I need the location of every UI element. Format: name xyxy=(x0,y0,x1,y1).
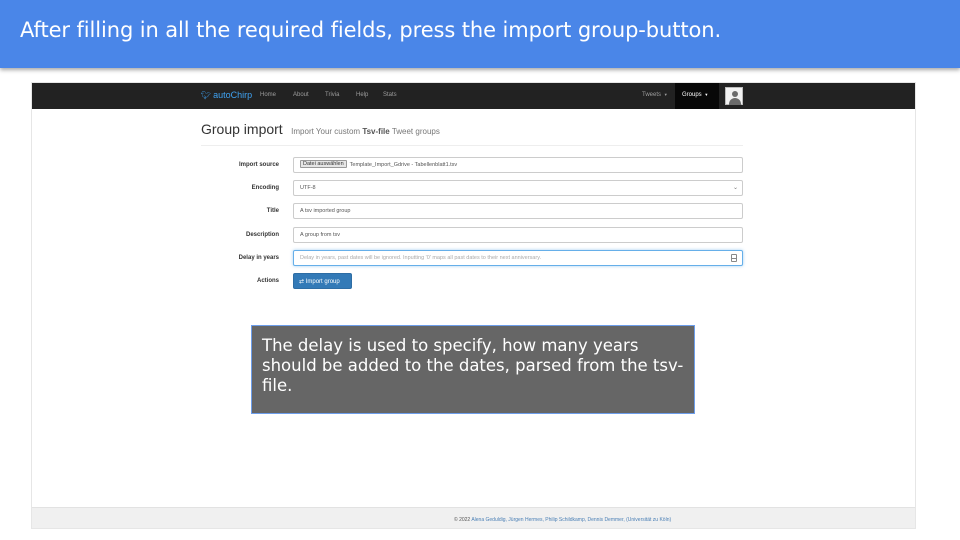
nav-link-stats[interactable]: Stats xyxy=(383,92,397,98)
app-screenshot: 🐦︎ autoChirp Home About Trivia Help Stats… xyxy=(31,82,916,529)
navbar: 🐦︎ autoChirp Home About Trivia Help Stats… xyxy=(32,83,915,109)
user-avatar-icon[interactable] xyxy=(725,87,743,105)
slide-header: After filling in all the required fields… xyxy=(0,0,960,68)
slide-title: After filling in all the required fields… xyxy=(20,18,722,42)
subheading-bold: Tsv-file xyxy=(362,127,390,136)
encoding-label: Encoding xyxy=(251,185,279,191)
delay-placeholder: Delay in years, past dates will be ignor… xyxy=(300,255,542,261)
nav-link-home[interactable]: Home xyxy=(260,92,276,98)
callout-box: The delay is used to specify, how many y… xyxy=(251,325,695,414)
description-label: Description xyxy=(245,232,279,238)
title-label: Title xyxy=(266,208,279,214)
title-input[interactable]: A tsv imported group xyxy=(293,203,743,219)
nav-dropdown-groups[interactable]: Groups ▼ xyxy=(675,83,719,109)
delay-input[interactable]: Delay in years, past dates will be ignor… xyxy=(293,250,743,266)
title-value: A tsv imported group xyxy=(300,208,351,214)
footer-authors-link[interactable]: Alena Geduldig, Jürgen Hermes, Philip Sc… xyxy=(471,517,671,523)
page-title: Group import Import Your custom Tsv-file… xyxy=(201,121,440,139)
avatar-body xyxy=(729,98,741,105)
encoding-value: UTF-8 xyxy=(300,185,316,191)
avatar-head xyxy=(732,91,738,97)
page-heading: Group import xyxy=(201,121,283,137)
brand-link[interactable]: 🐦︎ autoChirp xyxy=(201,90,252,100)
twitter-bird-icon: 🐦︎ xyxy=(201,91,212,100)
actions-label: Actions xyxy=(256,278,279,284)
brand-name: autoChirp xyxy=(213,90,253,100)
nav-link-about[interactable]: About xyxy=(293,92,309,98)
footer-text: © 2022 Alena Geduldig, Jürgen Hermes, Ph… xyxy=(454,517,671,523)
description-input[interactable]: A group from tsv xyxy=(293,227,743,243)
delay-label: Delay in years xyxy=(238,255,279,261)
nav-link-help[interactable]: Help xyxy=(356,92,368,98)
title-divider xyxy=(201,145,743,146)
chevron-down-icon: ⌄ xyxy=(732,185,738,191)
nav-tweets-label: Tweets xyxy=(642,92,662,99)
number-spinner-icon[interactable] xyxy=(731,254,737,262)
import-source-label: Import source xyxy=(238,162,279,168)
exchange-arrows-icon: ⇄ xyxy=(299,279,305,285)
description-value: A group from tsv xyxy=(300,232,341,238)
page-subheading: Import Your custom Tsv-file Tweet groups xyxy=(291,127,440,136)
footer: © 2022 Alena Geduldig, Jürgen Hermes, Ph… xyxy=(32,507,915,528)
nav-groups-label: Groups xyxy=(682,92,702,99)
choose-file-button[interactable]: Datei auswählen xyxy=(300,160,347,168)
callout-text: The delay is used to specify, how many y… xyxy=(262,336,684,395)
nav-link-trivia[interactable]: Trivia xyxy=(325,92,339,98)
footer-copyright: © 2022 xyxy=(454,517,471,523)
nav-dropdown-tweets[interactable]: Tweets ▼ xyxy=(642,92,668,98)
import-source-field[interactable]: Datei auswählen Template_Import_Gdrive - … xyxy=(293,157,743,173)
caret-down-icon: ▼ xyxy=(704,92,709,97)
import-source-filename: Template_Import_Gdrive - Tabellenblatt1.… xyxy=(349,162,458,168)
subheading-suffix: Tweet groups xyxy=(391,127,440,136)
encoding-select[interactable]: UTF-8 ⌄ xyxy=(293,180,743,196)
import-group-label: Import group xyxy=(305,279,340,285)
caret-down-icon: ▼ xyxy=(663,92,668,97)
import-group-button[interactable]: ⇄ Import group xyxy=(293,273,352,289)
subheading-prefix: Import Your custom xyxy=(291,127,361,136)
